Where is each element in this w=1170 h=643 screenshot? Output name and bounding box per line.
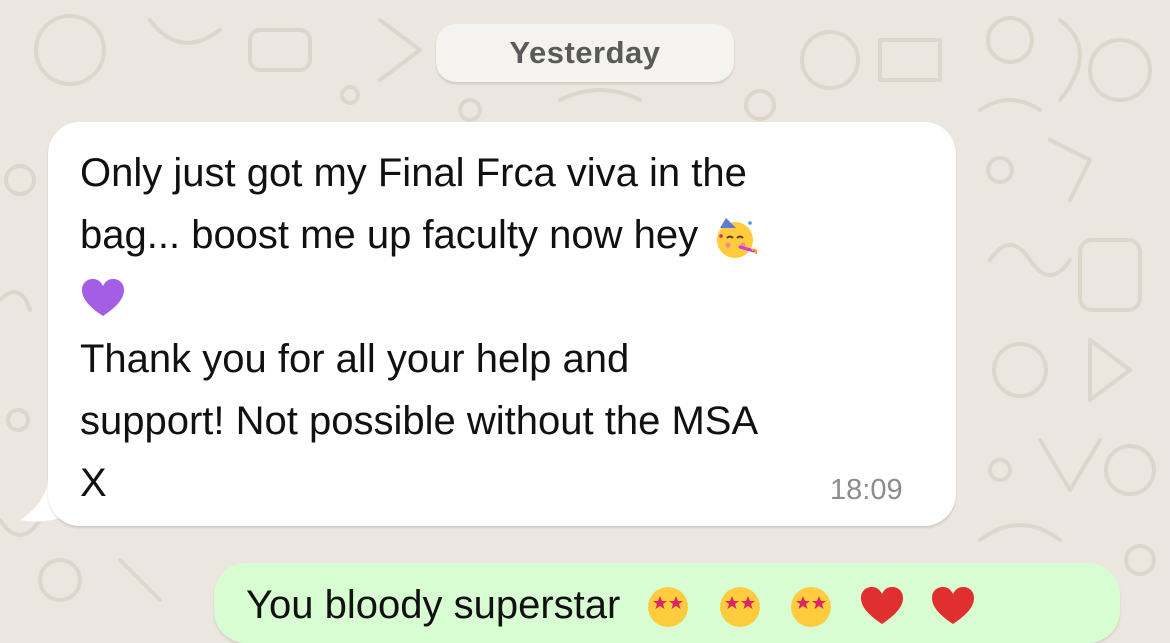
message-timestamp: 18:09: [830, 474, 903, 506]
date-separator: Yesterday: [436, 24, 734, 82]
message-line: support! Not possible without the MSA: [80, 399, 759, 443]
partying-face-emoji-icon: [717, 218, 758, 259]
star-struck-emoji-icon: [790, 587, 831, 628]
message-line: Only just got my Final Frca viva in the: [80, 151, 747, 195]
outgoing-message-label: You bloody superstar: [246, 583, 621, 627]
star-struck-emoji-icon: [648, 587, 689, 628]
outgoing-message-text: You bloody superstar: [246, 574, 976, 636]
message-line: Thank you for all your help and: [80, 337, 630, 381]
incoming-message-text: Only just got my Final Frca viva in the …: [80, 142, 940, 514]
red-heart-emoji-icon: [931, 587, 974, 625]
message-line: bag... boost me up faculty now hey: [80, 213, 699, 257]
purple-heart-emoji-icon: [82, 279, 124, 317]
star-struck-emoji-icon: [719, 587, 760, 628]
message-line-emoji-only: [80, 266, 940, 328]
red-heart-emoji-icon: [860, 587, 903, 625]
message-line-with-emoji: bag... boost me up faculty now hey: [80, 204, 940, 266]
message-line: X: [80, 461, 107, 505]
